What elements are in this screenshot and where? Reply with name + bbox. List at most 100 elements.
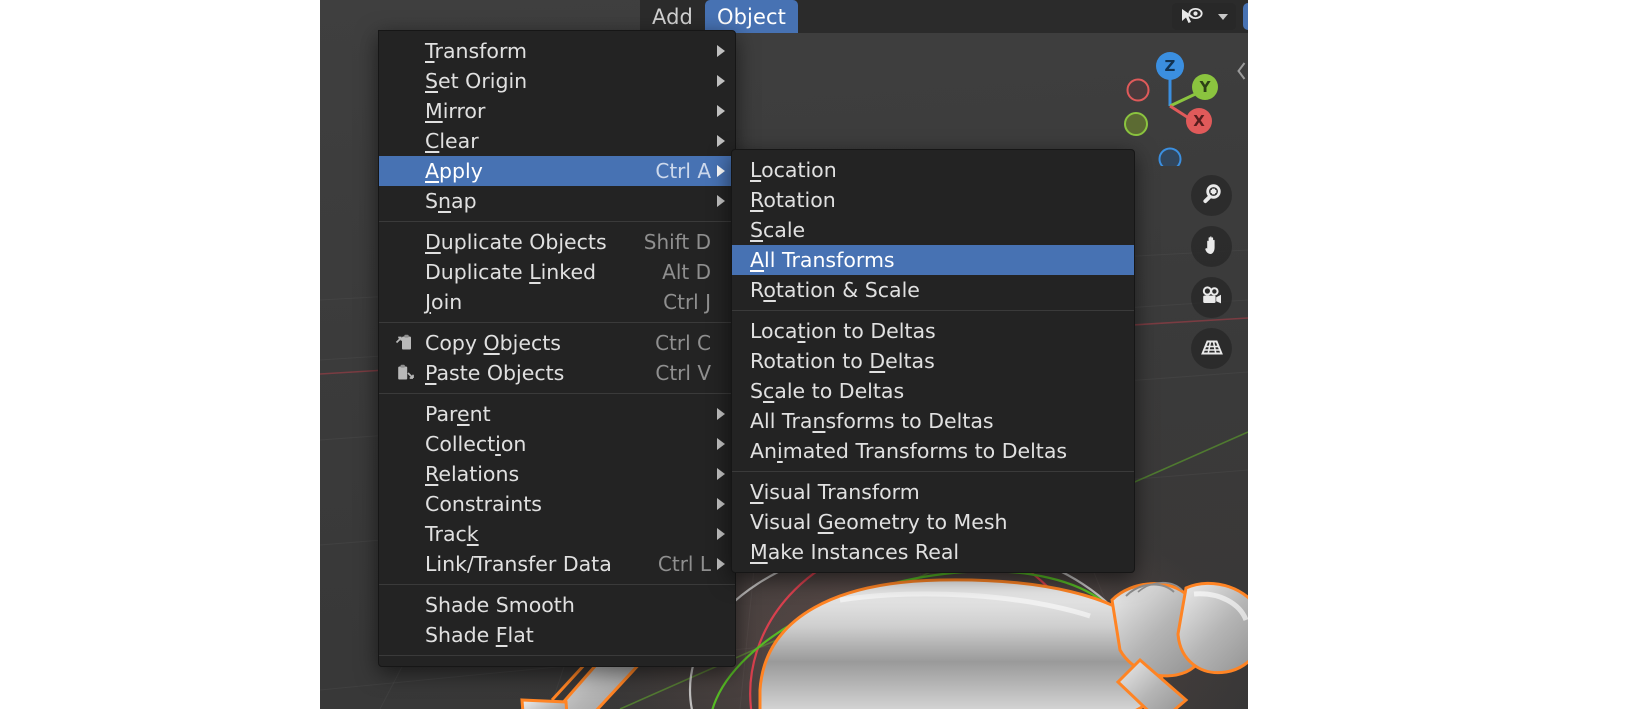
object-menu-item-link-transfer-data[interactable]: Link/Transfer Data Ctrl L xyxy=(379,549,735,579)
menu-item-label: Link/Transfer Data xyxy=(425,552,612,576)
menu-item-label: Snap xyxy=(425,189,477,213)
submenu-arrow-icon xyxy=(717,438,725,450)
apply-menu-item-rotation-and-scale[interactable]: Rotation & Scale xyxy=(732,275,1134,305)
right-margin xyxy=(1248,0,1650,709)
submenu-arrow-icon xyxy=(717,468,725,480)
submenu-arrow-spacer xyxy=(717,296,725,308)
object-menu-item-apply[interactable]: Apply Ctrl A xyxy=(379,156,735,186)
gizmo-axis-y-positive[interactable]: Y xyxy=(1192,74,1218,100)
apply-menu-item-make-instances-real[interactable]: Make Instances Real xyxy=(732,537,1134,567)
paste-icon xyxy=(391,363,419,383)
object-menu-item-collection[interactable]: Collection xyxy=(379,429,735,459)
menu-item-label: All Transforms xyxy=(750,248,895,272)
screenshot-root: Add Object Z Y X Transform Set Origin Mi… xyxy=(0,0,1650,709)
navigation-gizmo[interactable]: Z Y X xyxy=(1110,46,1230,171)
header-tool-cluster xyxy=(1172,0,1248,33)
menu-item-label: Animated Transforms to Deltas xyxy=(750,439,1068,463)
menu-item-label: Make Instances Real xyxy=(750,540,960,564)
camera-view-tool[interactable] xyxy=(1191,277,1232,318)
menu-item-label: Shade Flat xyxy=(425,623,534,647)
submenu-arrow-spacer xyxy=(717,266,725,278)
zoom-view-tool[interactable] xyxy=(1191,175,1232,216)
menu-item-label: Duplicate Linked xyxy=(425,260,597,284)
gizmo-axis-x-positive[interactable]: X xyxy=(1186,108,1212,134)
menu-item-label: Location to Deltas xyxy=(750,319,936,343)
submenu-arrow-icon xyxy=(717,45,725,57)
menu-item-label: Rotation & Scale xyxy=(750,278,920,302)
submenu-arrow-spacer xyxy=(717,629,725,641)
menu-item-label: Paste Objects xyxy=(425,361,565,385)
apply-menu-item-visual-transform[interactable]: Visual Transform xyxy=(732,477,1134,507)
menu-item-label: Set Origin xyxy=(425,69,528,93)
apply-menu-item-scale-to-deltas[interactable]: Scale to Deltas xyxy=(732,376,1134,406)
apply-menu-item-visual-geometry-to-mesh[interactable]: Visual Geometry to Mesh xyxy=(732,507,1134,537)
submenu-arrow-icon xyxy=(717,528,725,540)
apply-menu-item-rotation[interactable]: Rotation xyxy=(732,185,1134,215)
gizmo-axis-z-negative xyxy=(1158,147,1182,171)
object-menu-item-shade-flat[interactable]: Shade Flat xyxy=(379,620,735,650)
move-view-tool[interactable] xyxy=(1191,226,1232,267)
object-menu-item-mirror[interactable]: Mirror xyxy=(379,96,735,126)
magnifier-plus-icon xyxy=(1200,182,1224,210)
menu-separator xyxy=(732,471,1134,472)
object-menu-item-snap[interactable]: Snap xyxy=(379,186,735,216)
submenu-arrow-icon xyxy=(717,408,725,420)
object-menu-item-duplicate-objects[interactable]: Duplicate Objects Shift D xyxy=(379,227,735,257)
object-menu-item-duplicate-linked[interactable]: Duplicate Linked Alt D xyxy=(379,257,735,287)
apply-menu-item-location[interactable]: Location xyxy=(732,155,1134,185)
gizmo-axis-y-label: Y xyxy=(1199,78,1211,96)
gizmo-axis-y-negative xyxy=(1124,112,1148,136)
apply-menu-item-location-to-deltas[interactable]: Location to Deltas xyxy=(732,316,1134,346)
grid-perspective-icon xyxy=(1200,335,1224,363)
object-menu-item-constraints[interactable]: Constraints xyxy=(379,489,735,519)
sidebar-toggle-arrow[interactable] xyxy=(1236,58,1248,84)
menu-item-label: Location xyxy=(750,158,837,182)
visibility-dropdown-chevron-icon[interactable] xyxy=(1210,3,1236,30)
object-menu-item-parent[interactable]: Parent xyxy=(379,399,735,429)
menu-separator xyxy=(379,584,735,585)
submenu-arrow-spacer xyxy=(717,236,725,248)
menu-item-label: Shade Smooth xyxy=(425,593,575,617)
object-menu-item-join[interactable]: Join Ctrl J xyxy=(379,287,735,317)
gizmo-axis-z-positive[interactable]: Z xyxy=(1156,52,1184,80)
visibility-selectability-icon[interactable] xyxy=(1172,3,1210,30)
menu-item-shortcut: Ctrl L xyxy=(657,552,711,576)
menu-separator xyxy=(379,322,735,323)
menu-item-label: Rotation to Deltas xyxy=(750,349,935,373)
menu-item-label: Constraints xyxy=(425,492,542,516)
object-menu-item-set-origin[interactable]: Set Origin xyxy=(379,66,735,96)
object-visibility-group xyxy=(1172,3,1236,30)
object-menu-item-track[interactable]: Track xyxy=(379,519,735,549)
menu-bar: Add Object xyxy=(640,0,798,33)
apply-menu-item-all-transforms[interactable]: All Transforms xyxy=(732,245,1134,275)
menu-add[interactable]: Add xyxy=(640,0,705,33)
object-menu-item-paste-objects[interactable]: Paste Objects Ctrl V xyxy=(379,358,735,388)
object-menu-item-copy-objects[interactable]: Copy Objects Ctrl C xyxy=(379,328,735,358)
navigation-tool-column xyxy=(1191,175,1232,369)
hand-icon xyxy=(1200,233,1224,261)
apply-menu-item-scale[interactable]: Scale xyxy=(732,215,1134,245)
menu-item-label: Visual Transform xyxy=(750,480,920,504)
object-menu-item-shade-smooth[interactable]: Shade Smooth xyxy=(379,590,735,620)
apply-menu-item-animated-transforms-to-deltas[interactable]: Animated Transforms to Deltas xyxy=(732,436,1134,466)
object-menu-item-clear[interactable]: Clear xyxy=(379,126,735,156)
object-menu-item-transform[interactable]: Transform xyxy=(379,36,735,66)
apply-submenu-panel[interactable]: Location Rotation Scale All Transforms Rotat… xyxy=(731,149,1135,573)
object-menu-panel[interactable]: Transform Set Origin Mirror Clear Apply Ctrl … xyxy=(378,30,736,667)
object-menu-item-relations[interactable]: Relations xyxy=(379,459,735,489)
submenu-arrow-icon xyxy=(717,165,725,177)
submenu-arrow-icon xyxy=(717,135,725,147)
menu-item-label: Apply xyxy=(425,159,483,183)
menu-item-label: Visual Geometry to Mesh xyxy=(750,510,1008,534)
menu-separator xyxy=(732,310,1134,311)
camera-icon xyxy=(1200,284,1224,312)
toggle-perspective-tool[interactable] xyxy=(1191,328,1232,369)
menu-object[interactable]: Object xyxy=(704,0,798,33)
submenu-arrow-spacer xyxy=(717,599,725,611)
apply-menu-item-all-transforms-to-deltas[interactable]: All Transforms to Deltas xyxy=(732,406,1134,436)
menu-item-label: Mirror xyxy=(425,99,486,123)
menu-separator xyxy=(379,221,735,222)
show-gizmo-icon[interactable] xyxy=(1243,3,1248,30)
apply-menu-item-rotation-to-deltas[interactable]: Rotation to Deltas xyxy=(732,346,1134,376)
gizmo-axis-x-label: X xyxy=(1193,112,1205,130)
